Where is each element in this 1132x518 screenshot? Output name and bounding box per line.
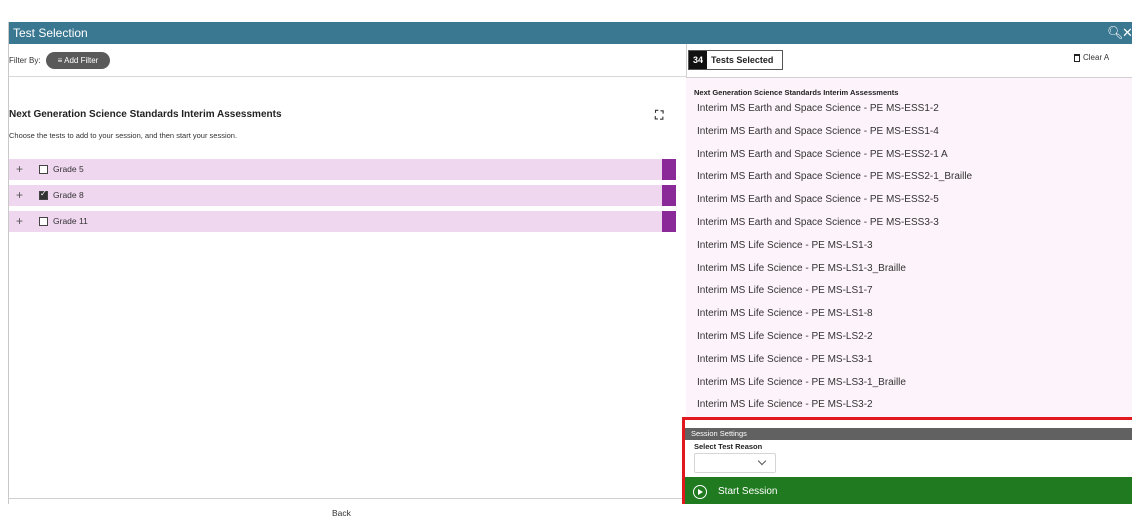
play-icon [693, 485, 707, 499]
selected-test-item[interactable]: Interim MS Earth and Space Science - PE … [697, 103, 939, 114]
grade-row[interactable]: + Grade 8 [9, 185, 676, 206]
grade-label: Grade 11 [53, 216, 88, 226]
expand-plus-icon[interactable]: + [16, 162, 23, 176]
grade-checkbox[interactable] [39, 165, 48, 174]
selected-test-item[interactable]: Interim MS Earth and Space Science - PE … [697, 171, 972, 182]
grade-row-tab[interactable] [662, 211, 676, 232]
selected-test-item[interactable]: Interim MS Earth and Space Science - PE … [697, 149, 948, 160]
grade-checkbox[interactable] [39, 189, 48, 200]
selected-test-item[interactable]: Interim MS Earth and Space Science - PE … [697, 217, 939, 228]
grade-row-tab[interactable] [662, 185, 676, 206]
selected-tests-list: Next Generation Science Standards Interi… [686, 78, 1132, 418]
selected-test-item[interactable]: Interim MS Life Science - PE MS-LS3-2 [697, 399, 873, 410]
clear-all-button[interactable]: Clear A [1074, 53, 1109, 62]
test-reason-label: Select Test Reason [694, 442, 763, 451]
session-settings-panel: Session Settings Select Test Reason Star… [682, 417, 1132, 504]
expand-icon[interactable]: ⛶ [655, 108, 663, 123]
grade-checkbox[interactable] [39, 217, 48, 226]
start-session-button[interactable]: Start Session [685, 477, 1132, 504]
selected-test-item[interactable]: Interim MS Life Science - PE MS-LS1-7 [697, 285, 873, 296]
grade-label: Grade 5 [53, 164, 84, 174]
expand-plus-icon[interactable]: + [16, 214, 23, 228]
title-bar: Test Selection 🔍︎ ✕ [9, 22, 1132, 44]
test-reason-select[interactable] [694, 453, 776, 473]
divider [9, 498, 687, 499]
session-settings-header: Session Settings [685, 428, 1132, 440]
section-title: Next Generation Science Standards Interi… [9, 109, 282, 120]
filter-label: Filter By: [9, 56, 41, 65]
instructions-text: Choose the tests to add to your session,… [9, 131, 238, 140]
grade-label: Grade 8 [53, 190, 84, 200]
back-button[interactable]: Back [332, 508, 351, 518]
chevron-down-icon [757, 456, 767, 466]
grade-row[interactable]: + Grade 11 [9, 211, 676, 232]
selected-test-item[interactable]: Interim MS Life Science - PE MS-LS1-3_Br… [697, 263, 906, 274]
selected-test-item[interactable]: Interim MS Life Science - PE MS-LS3-1_Br… [697, 377, 906, 388]
selected-test-item[interactable]: Interim MS Life Science - PE MS-LS1-3 [697, 240, 873, 251]
add-filter-button[interactable]: ≡ Add Filter [46, 52, 110, 69]
start-session-label: Start Session [718, 486, 778, 497]
selected-test-item[interactable]: Interim MS Life Science - PE MS-LS1-8 [697, 308, 873, 319]
window-title: Test Selection [13, 26, 88, 40]
close-icon[interactable]: ✕ [1122, 22, 1132, 44]
grade-row[interactable]: + Grade 5 [9, 159, 676, 180]
selected-test-item[interactable]: Interim MS Life Science - PE MS-LS3-1 [697, 354, 873, 365]
selected-count: 34 [689, 51, 707, 69]
tests-selected-badge: 34 Tests Selected [688, 50, 783, 70]
selected-test-item[interactable]: Interim MS Earth and Space Science - PE … [697, 194, 939, 205]
selected-test-item[interactable]: Interim MS Earth and Space Science - PE … [697, 126, 939, 137]
divider [9, 76, 687, 77]
expand-plus-icon[interactable]: + [16, 188, 23, 202]
trash-icon [1074, 54, 1080, 62]
clear-all-label: Clear A [1083, 53, 1110, 62]
tests-heading: Next Generation Science Standards Interi… [694, 88, 899, 97]
selected-test-item[interactable]: Interim MS Life Science - PE MS-LS2-2 [697, 331, 873, 342]
left-pane: Filter By: ≡ Add Filter Next Generation … [9, 44, 687, 518]
grade-row-tab[interactable] [662, 159, 676, 180]
selected-label: Tests Selected [711, 55, 774, 65]
